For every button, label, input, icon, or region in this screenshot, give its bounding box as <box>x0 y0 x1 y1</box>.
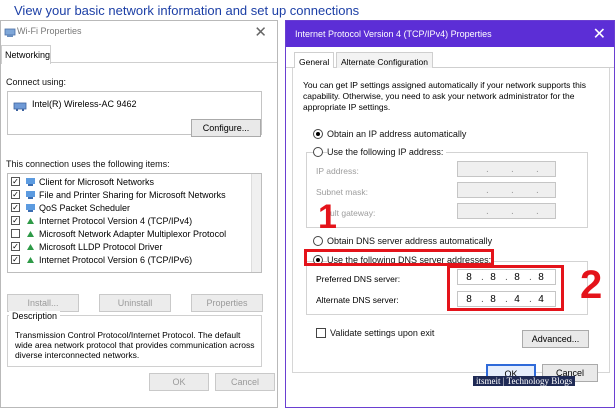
list-item[interactable]: ✓ Internet Protocol Version 4 (TCP/IPv4) <box>11 215 251 228</box>
protocol-icon <box>27 244 34 250</box>
item-checkbox[interactable]: ✓ <box>11 216 20 225</box>
use-following-ip-label: Use the following IP address: <box>327 147 447 157</box>
watermark: itsmeit | Technology Blogs <box>473 376 576 386</box>
control-panel-header: View your basic network information and … <box>0 0 615 22</box>
list-item[interactable]: ✓ Internet Protocol Version 6 (TCP/IPv6) <box>11 254 251 267</box>
connect-using-label: Connect using: <box>6 77 67 87</box>
subnet-mask-label: Subnet mask: <box>316 187 368 197</box>
item-label: Client for Microsoft Networks <box>39 177 155 187</box>
tab-alternate-configuration[interactable]: Alternate Configuration <box>336 52 433 69</box>
close-icon[interactable]: ✕ <box>593 24 606 44</box>
tab-general[interactable]: General <box>294 52 335 69</box>
connection-items-list[interactable]: ✓ Client for Microsoft Networks ✓ File a… <box>7 173 262 273</box>
list-scrollbar[interactable] <box>251 174 261 272</box>
uninstall-button[interactable]: Uninstall <box>99 294 171 312</box>
validate-settings-label: Validate settings upon exit <box>330 328 435 338</box>
item-checkbox[interactable]: ✓ <box>11 242 20 251</box>
wifi-cancel-button[interactable]: Cancel <box>215 373 275 391</box>
description-text: Transmission Control Protocol/Internet P… <box>15 330 255 360</box>
wifi-window-title: Wi-Fi Properties <box>17 26 82 36</box>
list-item[interactable]: ✓ Microsoft LLDP Protocol Driver <box>11 241 251 254</box>
qos-scheduler-icon <box>26 204 35 212</box>
default-gateway-field[interactable]: ... <box>457 203 556 219</box>
dns-fields-highlight <box>447 265 564 311</box>
item-label: QoS Packet Scheduler <box>39 203 131 213</box>
description-legend: Description <box>9 311 61 321</box>
step-1-label: 1 <box>318 198 337 236</box>
item-label: Internet Protocol Version 4 (TCP/IPv4) <box>39 216 193 226</box>
items-label: This connection uses the following items… <box>6 159 170 169</box>
wifi-properties-window: Wi-Fi Properties ✕ Networking Connect us… <box>0 20 278 408</box>
obtain-ip-auto-label: Obtain an IP address automatically <box>327 129 467 139</box>
item-checkbox[interactable]: ✓ <box>11 177 20 186</box>
list-item[interactable]: ✓ QoS Packet Scheduler <box>11 202 251 215</box>
ip-address-field[interactable]: ... <box>457 161 556 177</box>
item-label: Microsoft LLDP Protocol Driver <box>39 242 163 252</box>
list-item[interactable]: ✓ File and Printer Sharing for Microsoft… <box>11 189 251 202</box>
intro-text: You can get IP settings assigned automat… <box>303 80 587 112</box>
properties-button[interactable]: Properties <box>191 294 263 312</box>
item-label: File and Printer Sharing for Microsoft N… <box>39 190 226 200</box>
wifi-titlebar: Wi-Fi Properties ✕ <box>1 21 277 43</box>
network-adapter-icon <box>4 28 16 37</box>
file-printer-sharing-icon <box>26 191 35 199</box>
network-client-icon <box>26 178 35 186</box>
subnet-mask-field[interactable]: ... <box>457 182 556 198</box>
use-following-ip-radio[interactable] <box>313 147 323 157</box>
step-2-label: 2 <box>580 263 603 307</box>
protocol-icon <box>27 257 34 263</box>
obtain-dns-auto-label: Obtain DNS server address automatically <box>327 236 493 246</box>
list-item[interactable]: Microsoft Network Adapter Multiplexor Pr… <box>11 228 251 241</box>
item-checkbox[interactable]: ✓ <box>11 255 20 264</box>
protocol-icon <box>27 231 34 237</box>
ipv4-window-title: Internet Protocol Version 4 (TCP/IPv4) P… <box>295 29 492 39</box>
tab-networking[interactable]: Networking <box>1 45 51 64</box>
item-checkbox[interactable] <box>11 229 20 238</box>
item-checkbox[interactable]: ✓ <box>11 203 20 212</box>
alternate-dns-label: Alternate DNS server: <box>316 295 399 305</box>
obtain-dns-auto-radio[interactable] <box>313 236 323 246</box>
item-checkbox[interactable]: ✓ <box>11 190 20 199</box>
obtain-ip-auto-radio[interactable] <box>313 129 323 139</box>
advanced-button[interactable]: Advanced... <box>522 330 589 348</box>
control-panel-heading: View your basic network information and … <box>14 3 360 18</box>
ip-address-label: IP address: <box>316 166 359 176</box>
list-item[interactable]: ✓ Client for Microsoft Networks <box>11 176 251 189</box>
wifi-ok-button[interactable]: OK <box>149 373 209 391</box>
preferred-dns-label: Preferred DNS server: <box>316 274 401 284</box>
adapter-name: Intel(R) Wireless-AC 9462 <box>32 99 137 109</box>
item-label: Microsoft Network Adapter Multiplexor Pr… <box>39 229 227 239</box>
install-button[interactable]: Install... <box>7 294 79 312</box>
validate-settings-checkbox[interactable] <box>316 328 326 338</box>
protocol-icon <box>27 218 34 224</box>
dns-option-highlight <box>304 249 494 266</box>
close-icon[interactable]: ✕ <box>254 23 267 41</box>
configure-button[interactable]: Configure... <box>191 119 261 137</box>
item-label: Internet Protocol Version 6 (TCP/IPv6) <box>39 255 193 265</box>
wireless-adapter-icon <box>13 102 27 111</box>
ipv4-titlebar: Internet Protocol Version 4 (TCP/IPv4) P… <box>286 21 614 47</box>
